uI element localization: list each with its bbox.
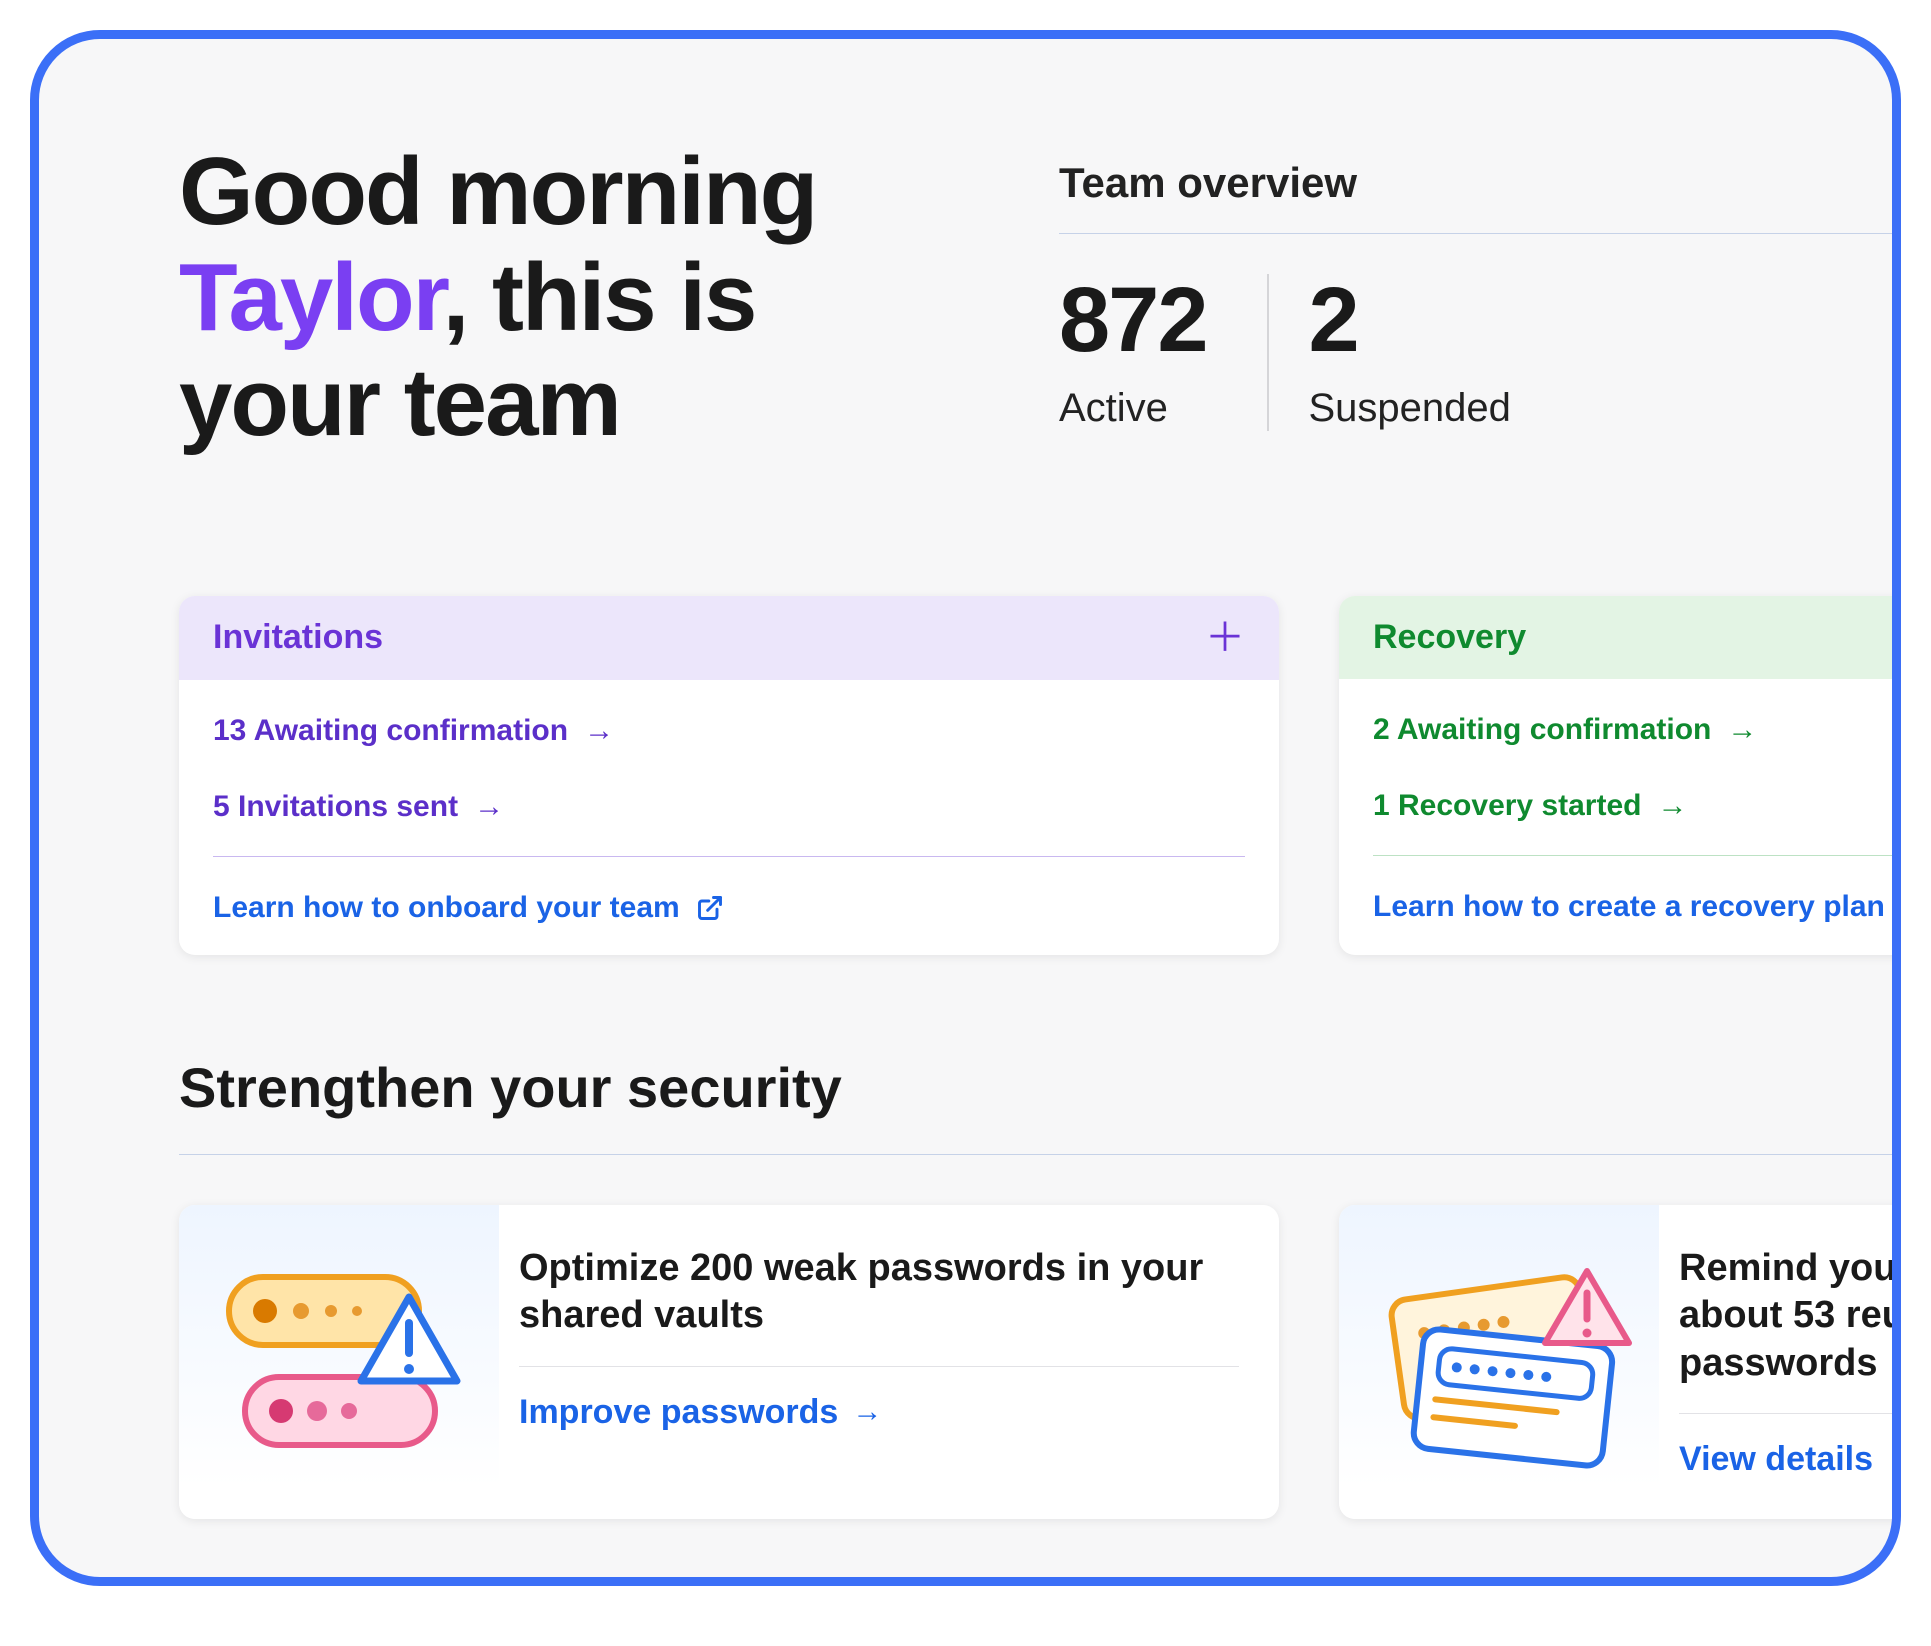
weak-passwords-card: Optimize 200 weak passwords in your shar… xyxy=(179,1205,1279,1520)
status-cards-row: Invitations ＋ 13 Awaiting confirmation →… xyxy=(179,596,1892,955)
recovery-started-text: 1 Recovery started xyxy=(1373,789,1641,823)
divider xyxy=(1373,855,1901,856)
reused-passwords-illustration xyxy=(1339,1205,1659,1520)
stat-active: 872 Active xyxy=(1059,274,1267,431)
divider xyxy=(213,856,1245,857)
stat-suspended: 2 Suspended xyxy=(1267,274,1571,431)
stat-active-label: Active xyxy=(1059,386,1207,431)
stat-suspended-label: Suspended xyxy=(1309,386,1511,431)
hero-row: Good morning Taylor, this is your team T… xyxy=(179,139,1892,456)
invitations-card: Invitations ＋ 13 Awaiting confirmation →… xyxy=(179,596,1279,955)
arrow-right-icon: → xyxy=(474,790,504,824)
invitations-body: 13 Awaiting confirmation → 5 Invitations… xyxy=(179,680,1279,867)
recovery-card: Recovery 2 Awaiting confirmation → 1 Rec… xyxy=(1339,596,1901,955)
arrow-right-icon: → xyxy=(1727,713,1757,747)
reused-passwords-body: Remind your team about 53 reused passwor… xyxy=(1659,1205,1901,1520)
improve-passwords-link[interactable]: Improve passwords → xyxy=(519,1393,1239,1432)
password-cards-icon xyxy=(1359,1247,1639,1477)
team-overview-stats: 872 Active 2 Suspended xyxy=(1059,274,1892,431)
dashboard-frame: Good morning Taylor, this is your team T… xyxy=(30,30,1901,1586)
team-overview: Team overview 872 Active 2 Suspended xyxy=(1059,139,1892,431)
password-pills-icon xyxy=(209,1247,469,1477)
stat-suspended-value: 2 xyxy=(1309,274,1511,366)
recovery-awaiting-link[interactable]: 2 Awaiting confirmation → xyxy=(1373,697,1901,763)
view-details-link[interactable]: View details xyxy=(1679,1440,1901,1479)
recovery-started-link[interactable]: 1 Recovery started → xyxy=(1373,773,1901,839)
invitations-sent-link[interactable]: 5 Invitations sent → xyxy=(213,774,1245,840)
arrow-right-icon: → xyxy=(1657,789,1687,823)
plus-icon[interactable]: ＋ xyxy=(1205,618,1245,658)
recovery-card-header: Recovery xyxy=(1339,596,1901,679)
recovery-learn-link[interactable]: Learn how to create a recovery plan xyxy=(1339,866,1901,954)
divider xyxy=(179,1154,1892,1155)
greeting-prefix: Good morning xyxy=(179,138,816,245)
external-link-icon xyxy=(696,894,724,922)
invitations-title: Invitations xyxy=(213,618,383,657)
arrow-right-icon: → xyxy=(852,1395,882,1429)
invitations-sent-text: 5 Invitations sent xyxy=(213,790,458,824)
invitations-learn-text: Learn how to onboard your team xyxy=(213,891,680,925)
recovery-awaiting-text: 2 Awaiting confirmation xyxy=(1373,713,1711,747)
invitations-awaiting-link[interactable]: 13 Awaiting confirmation → xyxy=(213,698,1245,764)
weak-passwords-illustration xyxy=(179,1205,499,1520)
divider xyxy=(519,1366,1239,1367)
invitations-awaiting-text: 13 Awaiting confirmation xyxy=(213,714,568,748)
invitations-card-header: Invitations ＋ xyxy=(179,596,1279,680)
view-details-text: View details xyxy=(1679,1440,1873,1479)
security-heading: Strengthen your security xyxy=(179,1055,1892,1120)
team-overview-title: Team overview xyxy=(1059,159,1892,207)
weak-passwords-body: Optimize 200 weak passwords in your shar… xyxy=(499,1205,1279,1520)
greeting-heading: Good morning Taylor, this is your team xyxy=(179,139,939,456)
reused-passwords-card: Remind your team about 53 reused passwor… xyxy=(1339,1205,1901,1520)
stat-active-value: 872 xyxy=(1059,274,1207,366)
invitations-learn-link[interactable]: Learn how to onboard your team xyxy=(179,867,1279,955)
divider xyxy=(1679,1413,1901,1414)
reused-passwords-title: Remind your team about 53 reused passwor… xyxy=(1679,1245,1901,1388)
arrow-right-icon: → xyxy=(584,714,614,748)
improve-passwords-text: Improve passwords xyxy=(519,1393,838,1432)
recovery-body: 2 Awaiting confirmation → 1 Recovery sta… xyxy=(1339,679,1901,866)
weak-passwords-title: Optimize 200 weak passwords in your shar… xyxy=(519,1245,1239,1340)
recovery-learn-text: Learn how to create a recovery plan xyxy=(1373,890,1885,924)
security-tips-row: Optimize 200 weak passwords in your shar… xyxy=(179,1205,1892,1520)
recovery-title: Recovery xyxy=(1373,618,1526,657)
greeting-name: Taylor xyxy=(179,244,443,351)
divider xyxy=(1059,233,1892,234)
